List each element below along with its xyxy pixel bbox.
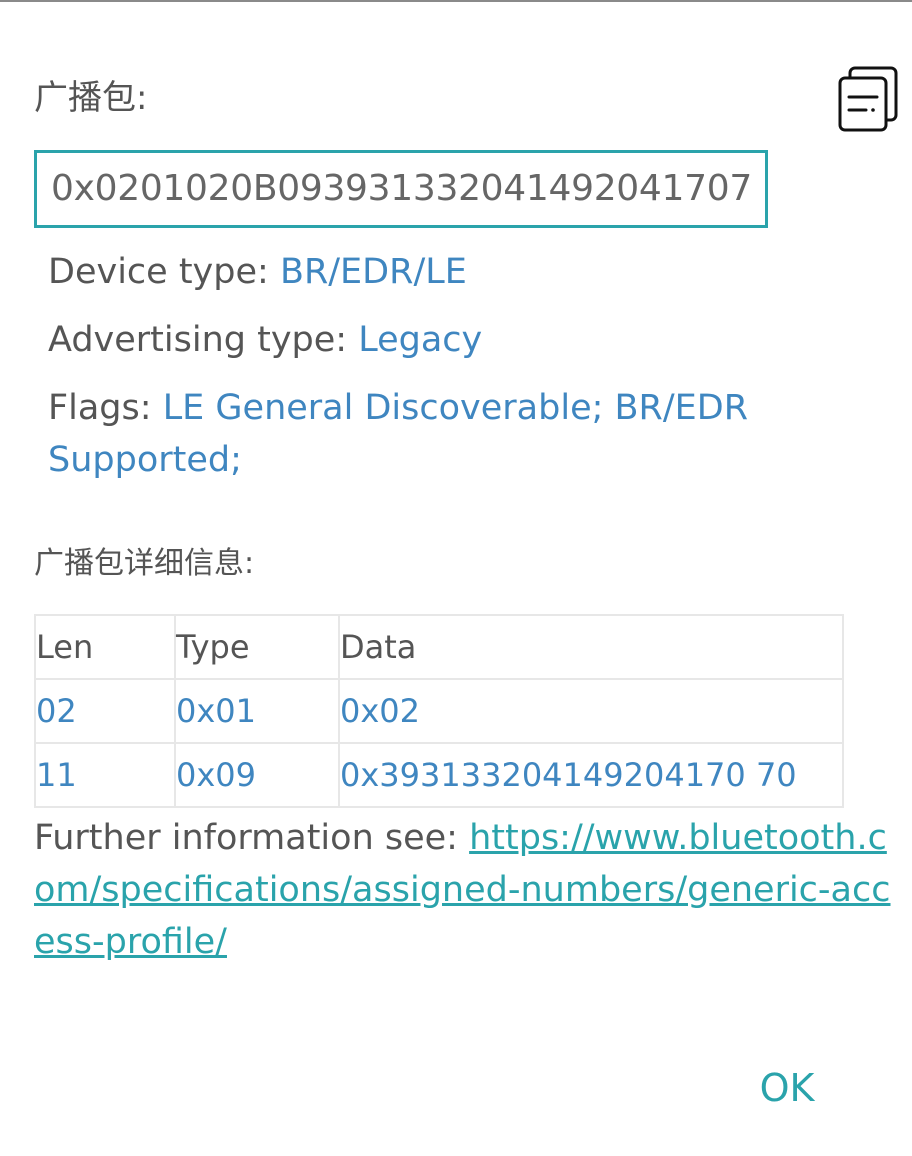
raw-packet-field[interactable]: 0x0201020B093931332041492041707 — [34, 150, 768, 228]
advertising-packet-dialog: 广播包: 0x0201020B093931332041492041707 Dev… — [0, 0, 912, 1156]
raw-packet-label: 广播包: — [34, 78, 148, 118]
ad-structure-table: Len Type Data 02 0x01 0x02 11 0x09 0x393… — [34, 614, 844, 808]
ok-button[interactable]: OK — [742, 1058, 832, 1118]
further-info-label: Further information see: — [34, 818, 470, 858]
packet-detail-label: 广播包详细信息: — [34, 546, 255, 581]
flags-line: Flags: LE General Discoverable; BR/EDR S… — [48, 382, 808, 486]
cell-type: 0x09 — [174, 742, 340, 808]
device-type-line: Device type: BR/EDR/LE — [48, 246, 808, 298]
copy-button[interactable] — [836, 64, 902, 134]
column-header-len: Len — [34, 614, 176, 680]
cell-type: 0x01 — [174, 678, 340, 744]
table-row: 02 0x01 0x02 — [34, 678, 844, 744]
device-type-value: BR/EDR/LE — [279, 252, 467, 292]
flags-label: Flags: — [48, 388, 163, 428]
table-header-row: Len Type Data — [34, 614, 844, 680]
further-info-text: Further information see: https://www.blu… — [34, 812, 894, 968]
advertising-type-value: Legacy — [358, 320, 483, 360]
copy-icon — [838, 66, 898, 132]
cell-data: 0x393133204149204170 70 — [338, 742, 844, 808]
cell-len: 02 — [34, 678, 176, 744]
column-header-type: Type — [174, 614, 340, 680]
advertising-type-line: Advertising type: Legacy — [48, 314, 808, 366]
table-row: 11 0x09 0x393133204149204170 70 — [34, 742, 844, 808]
column-header-data: Data — [338, 614, 844, 680]
advertising-type-label: Advertising type: — [48, 320, 359, 360]
cell-len: 11 — [34, 742, 176, 808]
device-type-label: Device type: — [48, 252, 280, 292]
cell-data: 0x02 — [338, 678, 844, 744]
